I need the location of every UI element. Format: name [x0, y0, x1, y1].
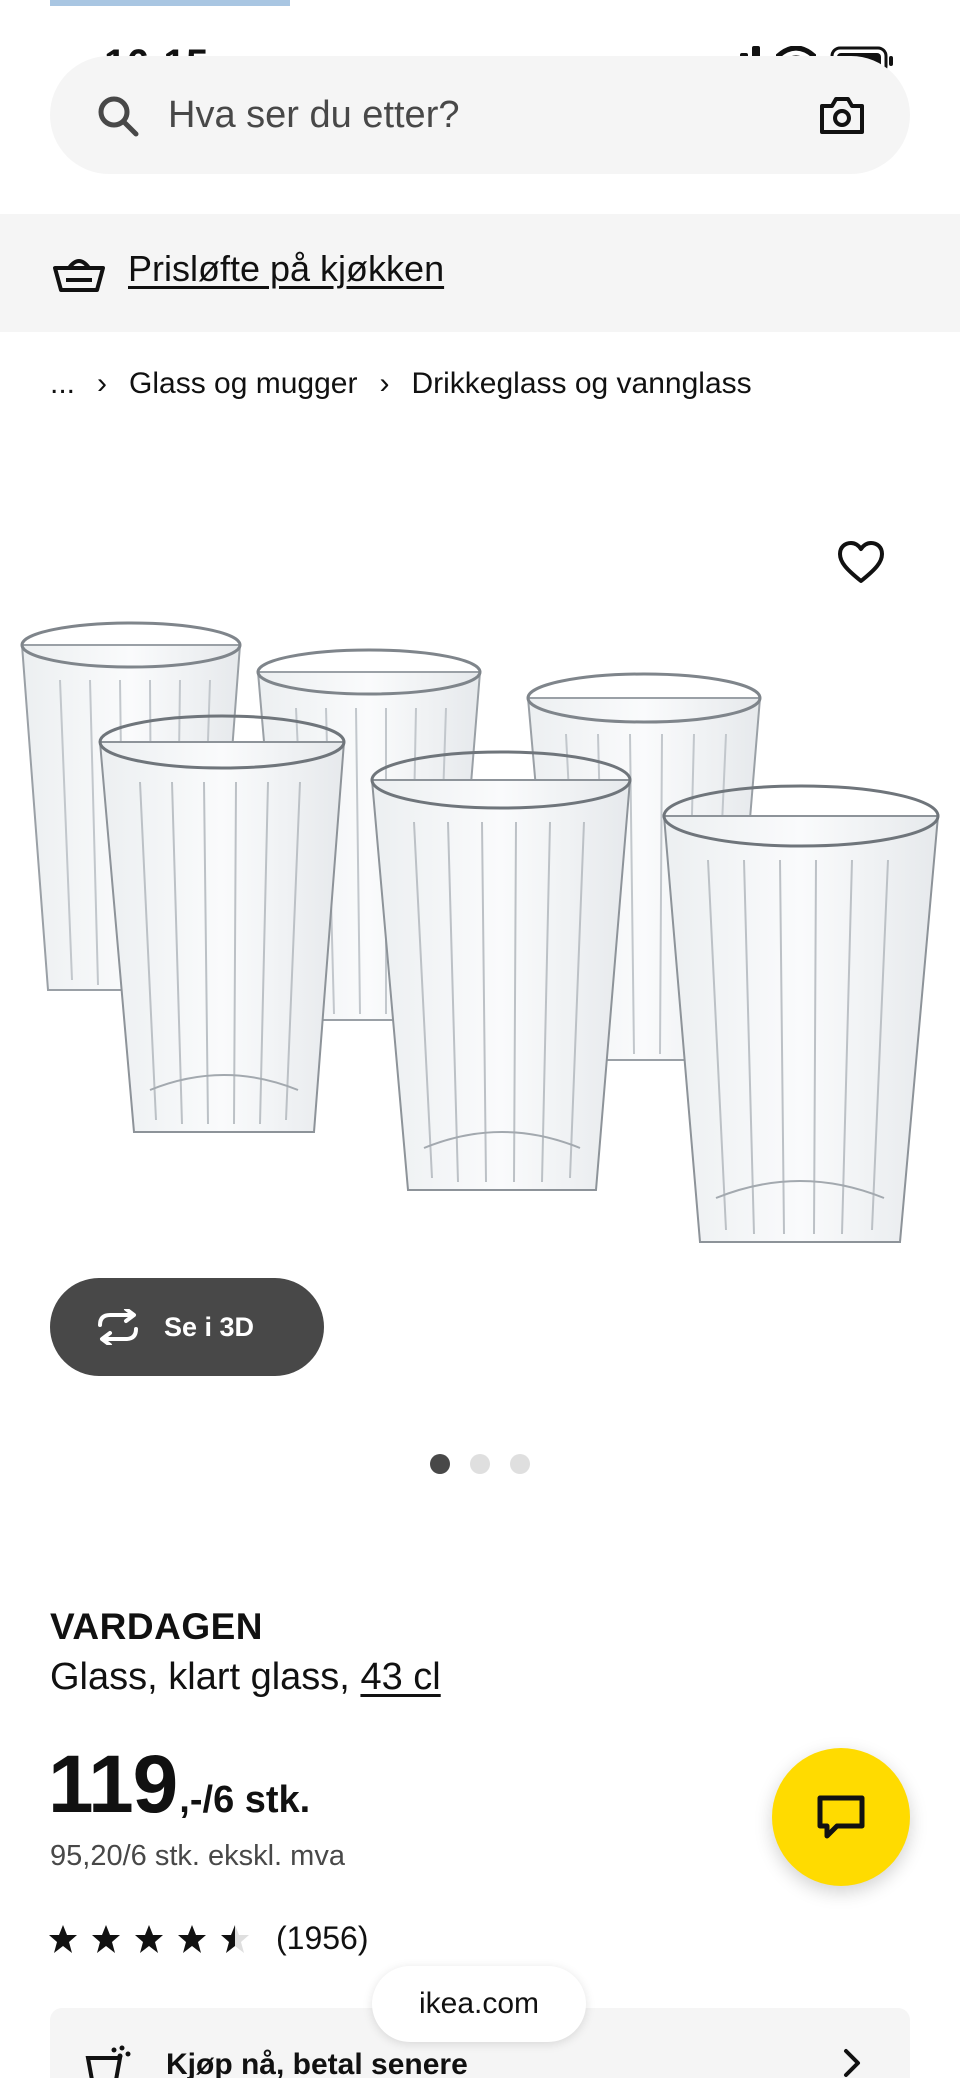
glass-front-middle — [370, 750, 632, 1191]
view-3d-label: Se i 3D — [164, 1311, 255, 1342]
star-icon — [92, 1924, 120, 1953]
carousel-dot-3[interactable] — [510, 1454, 530, 1474]
carousel-dots — [430, 1454, 530, 1474]
product-name: VARDAGEN — [50, 1606, 263, 1647]
top-strip — [50, 0, 290, 6]
rating-count[interactable]: (1956) — [276, 1920, 369, 1957]
carousel-dot-2[interactable] — [470, 1454, 490, 1474]
product-description-text: Glass, klart glass, — [50, 1656, 350, 1698]
chat-icon — [817, 1795, 865, 1839]
view-3d-button[interactable]: Se i 3D — [50, 1278, 324, 1376]
price: 119 ,-/6 stk. — [48, 1738, 310, 1832]
price-excluding-vat: 95,20/6 stk. ekskl. mva — [50, 1840, 345, 1872]
payment-icon — [85, 2045, 131, 2078]
chat-button[interactable] — [772, 1748, 910, 1886]
breadcrumb-ellipsis[interactable]: ... — [50, 367, 75, 401]
heart-icon[interactable] — [836, 538, 886, 588]
glass-front-right — [662, 784, 940, 1243]
camera-icon[interactable] — [818, 94, 866, 136]
search-bar[interactable] — [50, 56, 910, 174]
price-main: 119 — [48, 1739, 178, 1830]
basket-icon — [53, 259, 105, 292]
promo-bar[interactable]: Prisløfte på kjøkken — [0, 214, 960, 332]
star-half-icon — [221, 1924, 249, 1953]
breadcrumb-item-glass-og-mugger[interactable]: Glass og mugger — [129, 367, 357, 401]
browser-url-pill[interactable]: ikea.com — [372, 1966, 586, 2042]
buy-now-pay-later-label: Kjøp nå, betal senere — [166, 2048, 468, 2078]
breadcrumb-item-drikkeglass[interactable]: Drikkeglass og vannglass — [411, 367, 751, 401]
product-image[interactable] — [0, 620, 960, 1280]
chevron-right-icon: › — [379, 367, 390, 400]
product-size-link[interactable]: 43 cl — [360, 1656, 440, 1698]
product-description: Glass, klart glass, 43 cl — [50, 1656, 441, 1699]
rotate-3d-icon — [98, 1309, 138, 1345]
star-icon — [135, 1924, 163, 1953]
chevron-right-icon: › — [97, 367, 108, 400]
chevron-right-icon — [844, 2049, 860, 2077]
stars — [48, 1924, 250, 1954]
star-icon — [49, 1924, 77, 1953]
promo-link[interactable]: Prisløfte på kjøkken — [128, 248, 444, 290]
carousel-dot-1[interactable] — [430, 1454, 450, 1474]
star-icon — [178, 1924, 206, 1953]
glass-front-left — [98, 714, 346, 1133]
rating[interactable]: (1956) — [48, 1920, 369, 1957]
search-icon[interactable] — [96, 94, 140, 138]
search-input[interactable] — [168, 88, 748, 142]
price-suffix: ,-/6 stk. — [179, 1779, 311, 1821]
breadcrumb: ... › Glass og mugger › Drikkeglass og v… — [50, 364, 752, 404]
